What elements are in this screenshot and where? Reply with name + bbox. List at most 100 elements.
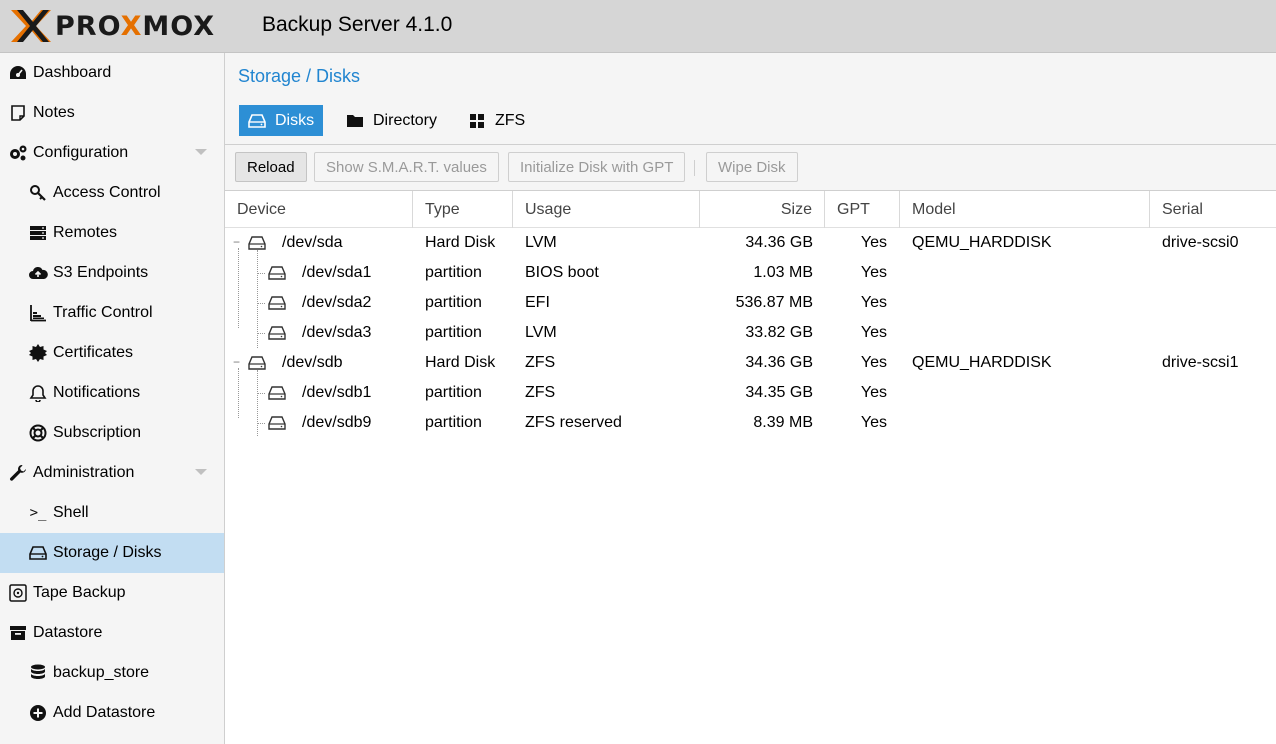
cell-usage: LVM: [525, 234, 557, 251]
sidebar-item-notifications[interactable]: Notifications: [0, 373, 224, 413]
hdd-icon: [268, 416, 286, 430]
key-icon: [28, 183, 48, 203]
cell-size: 34.36 GB: [745, 354, 813, 371]
sidebar-item-notes[interactable]: Notes: [0, 93, 224, 133]
sidebar-item-label: Configuration: [33, 144, 129, 161]
sidebar-item-label: Access Control: [53, 184, 161, 201]
column-header-type[interactable]: Type: [413, 191, 513, 228]
tab-zfs[interactable]: ZFS: [459, 105, 534, 136]
sidebar-item-subscription[interactable]: Subscription: [0, 413, 224, 453]
folder-icon: [346, 112, 364, 130]
column-header-size[interactable]: Size: [700, 191, 825, 228]
tab-disks[interactable]: Disks: [239, 105, 324, 136]
reload-button[interactable]: Reload: [235, 152, 307, 182]
collapse-icon[interactable]: −: [233, 356, 242, 368]
hdd-icon: [268, 296, 286, 310]
cell-serial: drive-scsi1: [1162, 354, 1239, 371]
sidebar-item-remotes[interactable]: Remotes: [0, 213, 224, 253]
sidebar-item-certificates[interactable]: Certificates: [0, 333, 224, 373]
cell-device: /dev/sdb: [282, 354, 343, 371]
cell-size: 33.82 GB: [745, 324, 813, 341]
initialize-gpt-button[interactable]: Initialize Disk with GPT: [508, 152, 686, 182]
collapse-icon[interactable]: −: [233, 236, 242, 248]
wipe-disk-button[interactable]: Wipe Disk: [706, 152, 798, 182]
sidebar-item-label: Administration: [33, 464, 135, 481]
column-header-serial[interactable]: Serial: [1150, 191, 1276, 228]
tab-directory[interactable]: Directory: [337, 105, 446, 136]
sidebar-item-label: Notes: [33, 104, 75, 121]
show-smart-button[interactable]: Show S.M.A.R.T. values: [314, 152, 499, 182]
sidebar-item-label: backup_store: [53, 664, 150, 681]
wrench-icon: [8, 463, 28, 483]
dashboard-icon: [8, 63, 28, 83]
column-header-gpt[interactable]: GPT: [825, 191, 900, 228]
sidebar-item-label: Shell: [53, 504, 89, 521]
tab-label: Disks: [275, 111, 315, 129]
hdd-icon: [268, 326, 286, 340]
cell-model: QEMU_HARDDISK: [912, 354, 1052, 371]
sidebar-item-administration[interactable]: Administration: [0, 453, 224, 493]
sidebar-item-label: Add Datastore: [53, 704, 156, 721]
cell-size: 1.03 MB: [753, 264, 813, 281]
chevron-down-icon[interactable]: [195, 149, 207, 155]
table-row[interactable]: − /dev/sda Hard Disk LVM 34.36 GB Yes QE…: [225, 228, 1276, 258]
toolbar-separator: [694, 160, 695, 176]
sidebar-item-traffic-control[interactable]: Traffic Control: [0, 293, 224, 333]
sidebar-item-dashboard[interactable]: Dashboard: [0, 53, 224, 93]
cell-type: partition: [425, 414, 482, 431]
cell-usage: ZFS: [525, 354, 556, 371]
table-row[interactable]: − /dev/sdb Hard Disk ZFS 34.36 GB Yes QE…: [225, 348, 1276, 378]
cell-usage: ZFS reserved: [525, 414, 622, 431]
sidebar-item-backup-store[interactable]: backup_store: [0, 653, 224, 693]
cell-device: /dev/sdb9: [302, 414, 372, 431]
cell-size: 34.36 GB: [745, 234, 813, 251]
sidebar-item-label: Remotes: [53, 224, 118, 241]
proxmox-logo[interactable]: PROXMOX: [9, 8, 215, 44]
hdd-icon: [28, 543, 48, 563]
life-ring-icon: [28, 423, 48, 443]
cell-type: partition: [425, 384, 482, 401]
sidebar-item-access-control[interactable]: Access Control: [0, 173, 224, 213]
cell-size: 8.39 MB: [753, 414, 813, 431]
sidebar-item-add-datastore[interactable]: Add Datastore: [0, 693, 224, 733]
cell-model: QEMU_HARDDISK: [912, 234, 1052, 251]
cell-gpt: Yes: [860, 414, 887, 431]
cell-type: partition: [425, 264, 482, 281]
grid-icon: [468, 112, 486, 130]
cell-device: /dev/sda1: [302, 264, 372, 281]
cell-size: 34.35 GB: [745, 384, 813, 401]
cell-gpt: Yes: [860, 294, 887, 311]
terminal-icon: >_: [29, 505, 47, 521]
cell-usage: ZFS: [525, 384, 556, 401]
proxmox-x-icon: [11, 10, 51, 42]
certificate-icon: [28, 343, 48, 363]
sidebar-item-configuration[interactable]: Configuration: [0, 133, 224, 173]
sidebar-item-datastore[interactable]: Datastore: [0, 613, 224, 653]
hdd-icon: [268, 266, 286, 280]
sidebar-item-tape-backup[interactable]: Tape Backup: [0, 573, 224, 613]
column-header-usage[interactable]: Usage: [513, 191, 700, 228]
plus-circle-icon: [28, 703, 48, 723]
table-row[interactable]: /dev/sdb1 partition ZFS 34.35 GB Yes: [225, 378, 1276, 408]
tab-label: ZFS: [495, 111, 526, 129]
hdd-icon: [248, 112, 266, 130]
table-row[interactable]: /dev/sdb9 partition ZFS reserved 8.39 MB…: [225, 408, 1276, 438]
table-row[interactable]: /dev/sda1 partition BIOS boot 1.03 MB Ye…: [225, 258, 1276, 288]
archive-icon: [8, 623, 28, 643]
cell-type: Hard Disk: [425, 234, 496, 251]
column-header-model[interactable]: Model: [900, 191, 1150, 228]
main-panel: Storage / Disks Disks Directory ZFS Relo…: [225, 53, 1276, 744]
app-title: Backup Server 4.1.0: [262, 13, 453, 36]
cell-gpt: Yes: [860, 324, 887, 341]
cell-serial: drive-scsi0: [1162, 234, 1239, 251]
sidebar-item-shell[interactable]: >_ Shell: [0, 493, 224, 533]
sidebar-item-storage-disks[interactable]: Storage / Disks: [0, 533, 224, 573]
column-header-device[interactable]: Device: [225, 191, 413, 228]
sidebar-item-label: Datastore: [33, 624, 103, 641]
table-row[interactable]: /dev/sda3 partition LVM 33.82 GB Yes: [225, 318, 1276, 348]
table-row[interactable]: /dev/sda2 partition EFI 536.87 MB Yes: [225, 288, 1276, 318]
sidebar-item-s3-endpoints[interactable]: S3 Endpoints: [0, 253, 224, 293]
hdd-icon: [268, 386, 286, 400]
cell-type: partition: [425, 324, 482, 341]
chevron-down-icon[interactable]: [195, 469, 207, 475]
